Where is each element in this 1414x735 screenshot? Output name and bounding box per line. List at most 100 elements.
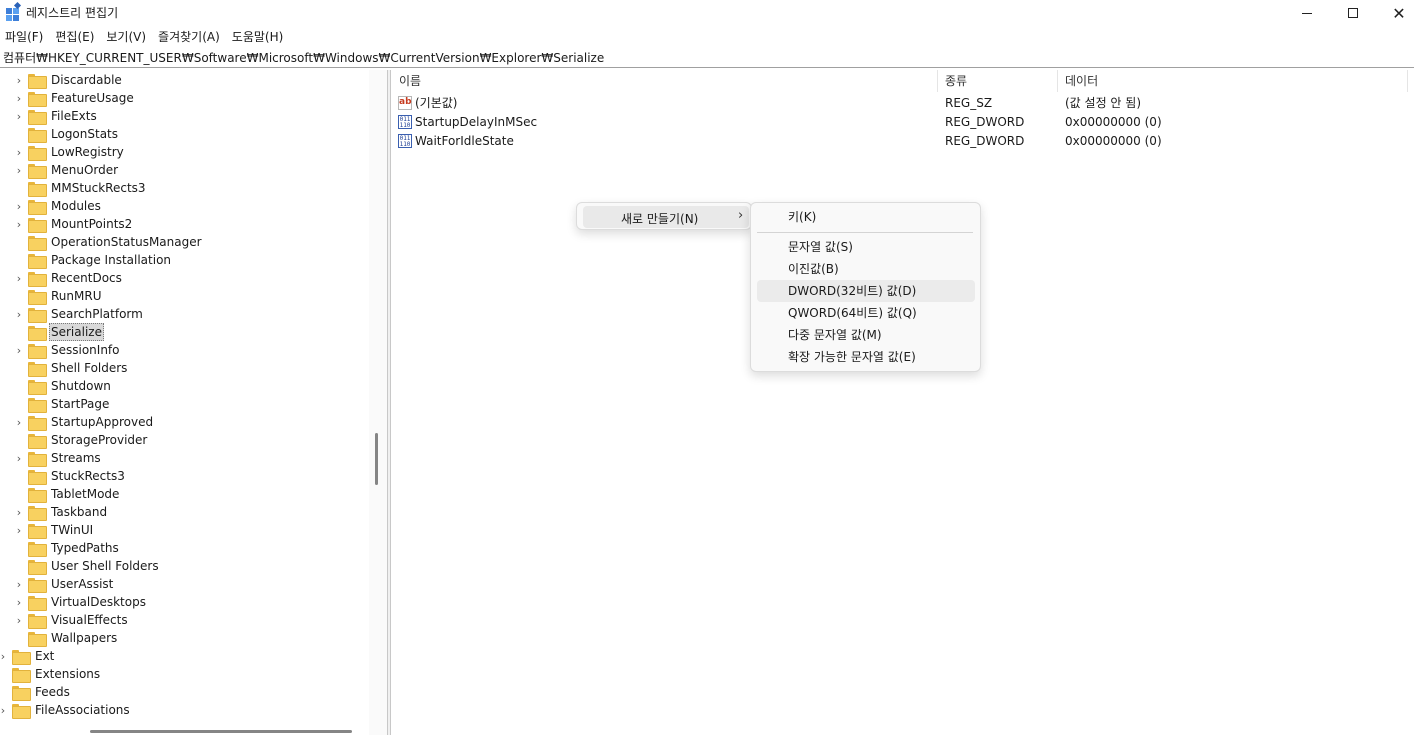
tree-item[interactable]: Serialize xyxy=(13,323,104,341)
chevron-right-icon[interactable]: › xyxy=(13,593,25,611)
menu-file[interactable]: 파일(F) xyxy=(0,28,49,46)
folder-icon xyxy=(28,523,47,539)
tree-item[interactable]: › FileExts xyxy=(13,107,99,125)
tree-item[interactable]: OperationStatusManager xyxy=(13,233,204,251)
value-row[interactable]: 011 110 WaitForIdleState REG_DWORD 0x000000… xyxy=(392,132,1392,151)
context-menu-new[interactable]: 새로 만들기(N) › xyxy=(583,206,749,228)
tree-item[interactable]: › Modules xyxy=(13,197,103,215)
new-dword-value-item[interactable]: DWORD(32비트) 값(D) xyxy=(757,280,975,302)
folder-icon xyxy=(28,163,47,179)
folder-icon xyxy=(28,433,47,449)
value-name: (기본값) xyxy=(415,96,458,110)
minimize-button[interactable] xyxy=(1284,0,1330,26)
new-expandable-string-value-item[interactable]: 확장 가능한 문자열 값(E) xyxy=(757,346,975,368)
chevron-right-icon[interactable]: › xyxy=(13,305,25,323)
tree-item[interactable]: Package Installation xyxy=(13,251,173,269)
chevron-right-icon[interactable]: › xyxy=(13,215,25,233)
chevron-right-icon[interactable]: › xyxy=(13,413,25,431)
tree-item[interactable]: RunMRU xyxy=(13,287,103,305)
tree-item[interactable]: › StartupApproved xyxy=(13,413,155,431)
new-key-item[interactable]: 키(K) xyxy=(757,206,975,228)
context-menu-new-label: 새로 만들기(N) xyxy=(621,212,699,226)
chevron-right-icon[interactable]: › xyxy=(0,647,9,665)
tree-item[interactable]: › UserAssist xyxy=(13,575,115,593)
chevron-right-icon[interactable]: › xyxy=(13,503,25,521)
tree-item[interactable]: › VisualEffects xyxy=(13,611,130,629)
tree-item[interactable]: › Taskband xyxy=(13,503,109,521)
pane-splitter[interactable] xyxy=(387,70,391,735)
tree-item[interactable]: › RecentDocs xyxy=(13,269,124,287)
tree-item[interactable]: StorageProvider xyxy=(13,431,149,449)
column-header-name[interactable]: 이름 xyxy=(392,70,938,92)
new-submenu: 키(K) 문자열 값(S) 이진값(B) DWORD(32비트) 값(D) QWORD(… xyxy=(750,202,981,372)
new-qword-value-item[interactable]: QWORD(64비트) 값(Q) xyxy=(757,302,975,324)
tree-item[interactable]: › VirtualDesktops xyxy=(13,593,148,611)
tree-item[interactable]: TypedPaths xyxy=(13,539,121,557)
tree-item[interactable]: Wallpapers xyxy=(13,629,119,647)
column-header-type[interactable]: 종류 xyxy=(938,70,1058,92)
folder-icon xyxy=(28,127,47,143)
chevron-right-icon[interactable]: › xyxy=(13,521,25,539)
tree-item[interactable]: › FileAssociations xyxy=(0,701,132,719)
tree-item[interactable]: Feeds xyxy=(0,683,72,701)
tree-item-label: Discardable xyxy=(51,73,122,87)
values-list[interactable]: 이름 종류 데이터 ab (기본값) REG_SZ (값 설정 안 됨) 011 110… xyxy=(392,70,1414,735)
value-row[interactable]: 011 110 StartupDelayInMSec REG_DWORD 0x0000… xyxy=(392,113,1392,132)
value-row[interactable]: ab (기본값) REG_SZ (값 설정 안 됨) xyxy=(392,94,1392,113)
tree-item[interactable]: User Shell Folders xyxy=(13,557,161,575)
chevron-right-icon[interactable]: › xyxy=(13,107,25,125)
folder-icon xyxy=(28,469,47,485)
new-multi-string-value-item[interactable]: 다중 문자열 값(M) xyxy=(757,324,975,346)
tree-item-label: VirtualDesktops xyxy=(51,595,146,609)
new-string-value-item[interactable]: 문자열 값(S) xyxy=(757,236,975,258)
tree-item[interactable]: › LowRegistry xyxy=(13,143,126,161)
tree-item[interactable]: MMStuckRects3 xyxy=(13,179,148,197)
tree-item[interactable]: › MountPoints2 xyxy=(13,215,134,233)
tree-item-label: Feeds xyxy=(35,685,70,699)
menu-edit[interactable]: 편집(E) xyxy=(49,28,100,46)
chevron-right-icon[interactable]: › xyxy=(13,449,25,467)
tree-item[interactable]: StartPage xyxy=(13,395,111,413)
tree-item[interactable]: › Ext xyxy=(0,647,56,665)
menu-help[interactable]: 도움말(H) xyxy=(226,28,290,46)
chevron-right-icon[interactable]: › xyxy=(13,197,25,215)
tree-item[interactable]: Extensions xyxy=(0,665,102,683)
maximize-button[interactable] xyxy=(1330,0,1376,26)
tree-vertical-scrollbar[interactable] xyxy=(375,433,378,485)
tree-scrollbar-track[interactable] xyxy=(369,70,387,735)
tree-item[interactable]: › MenuOrder xyxy=(13,161,120,179)
chevron-right-icon[interactable]: › xyxy=(13,341,25,359)
tree-item[interactable]: › SessionInfo xyxy=(13,341,122,359)
tree-horizontal-scrollbar[interactable] xyxy=(90,730,352,733)
chevron-right-icon[interactable]: › xyxy=(13,161,25,179)
tree-item[interactable]: › Discardable xyxy=(13,71,124,89)
tree-item[interactable]: › SearchPlatform xyxy=(13,305,145,323)
tree-item-label: Serialize xyxy=(49,323,104,341)
chevron-right-icon[interactable]: › xyxy=(13,143,25,161)
tree-item[interactable]: Shell Folders xyxy=(13,359,129,377)
chevron-right-icon[interactable]: › xyxy=(13,71,25,89)
tree-item[interactable]: StuckRects3 xyxy=(13,467,127,485)
folder-icon xyxy=(28,343,47,359)
chevron-right-icon[interactable]: › xyxy=(13,89,25,107)
close-button[interactable]: ✕ xyxy=(1376,0,1414,26)
tree-item[interactable]: Shutdown xyxy=(13,377,113,395)
tree-item[interactable]: TabletMode xyxy=(13,485,121,503)
menu-favorites[interactable]: 즐겨찾기(A) xyxy=(152,28,226,46)
chevron-right-icon[interactable]: › xyxy=(13,575,25,593)
chevron-right-icon[interactable]: › xyxy=(13,269,25,287)
column-header-data[interactable]: 데이터 xyxy=(1058,70,1408,92)
chevron-right-icon[interactable]: › xyxy=(0,701,9,719)
tree-item[interactable]: › TWinUI xyxy=(13,521,95,539)
tree-item[interactable]: › FeatureUsage xyxy=(13,89,136,107)
new-binary-value-item[interactable]: 이진값(B) xyxy=(757,258,975,280)
tree-item[interactable]: › Streams xyxy=(13,449,103,467)
chevron-right-icon[interactable]: › xyxy=(13,611,25,629)
address-bar[interactable]: 컴퓨터₩HKEY_CURRENT_USER₩Software₩Microsoft… xyxy=(0,49,1414,68)
menu-view[interactable]: 보기(V) xyxy=(100,28,152,46)
tree-item[interactable]: LogonStats xyxy=(13,125,120,143)
tree-item-label: StartPage xyxy=(51,397,110,411)
folder-icon xyxy=(28,91,47,107)
key-tree[interactable]: › Discardable › FeatureUsage › FileExts LogonS… xyxy=(0,70,387,735)
